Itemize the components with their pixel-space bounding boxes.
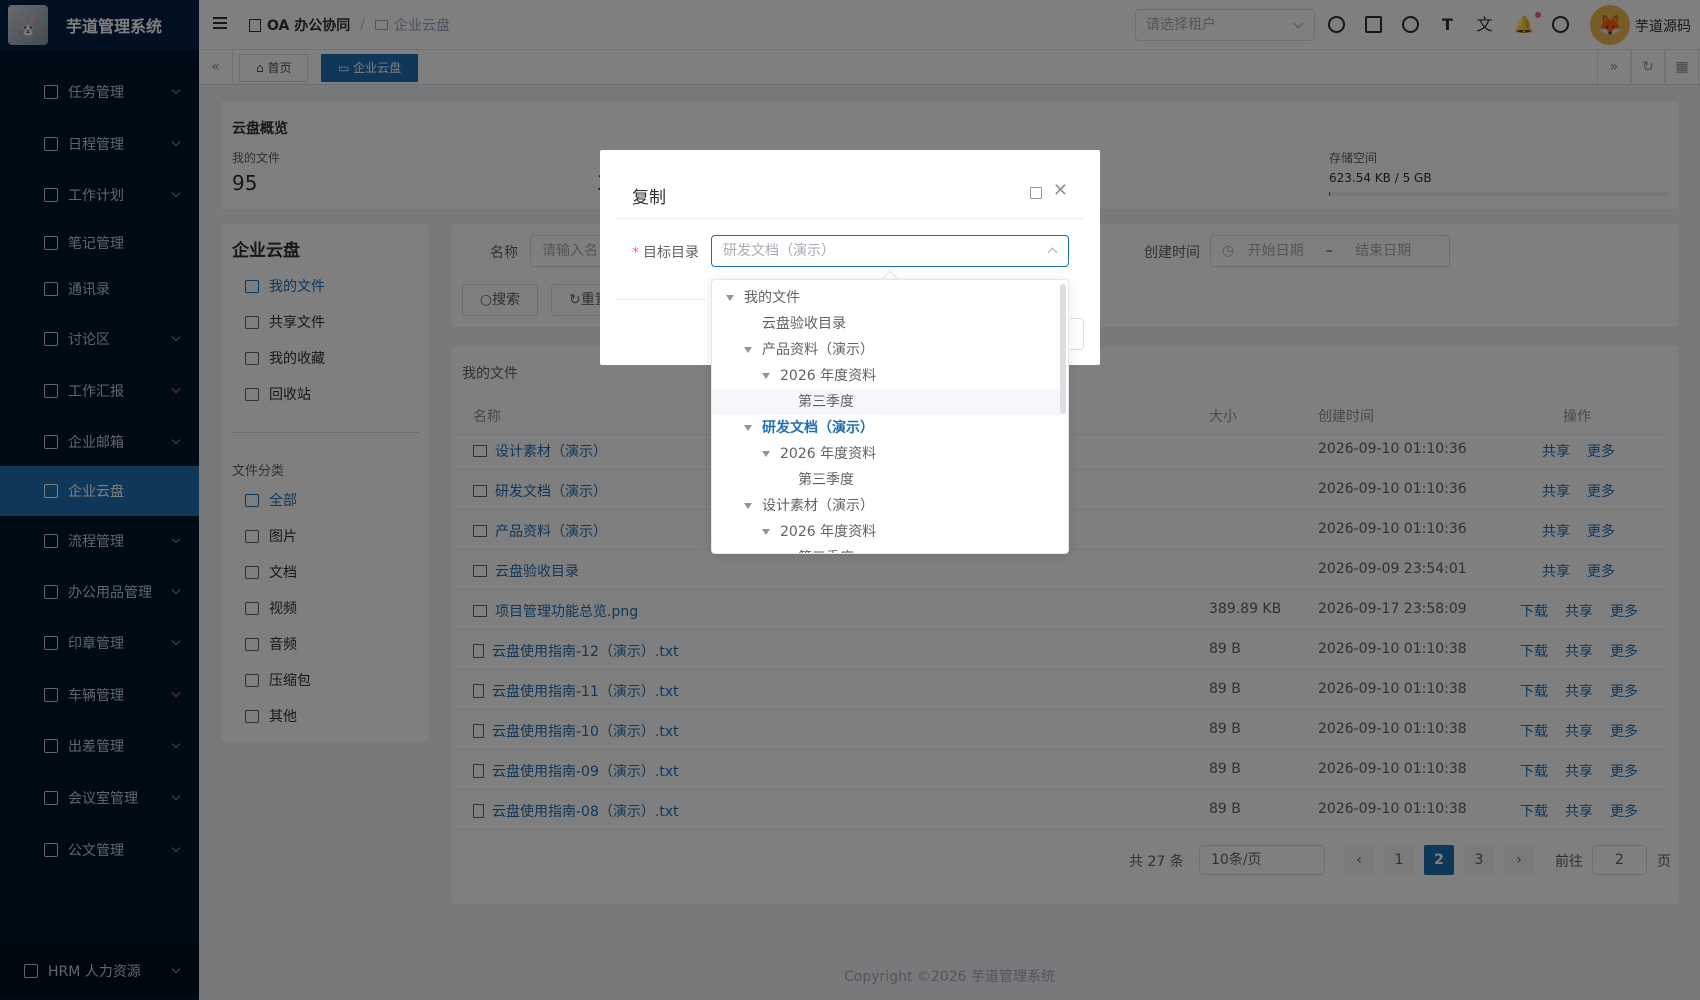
tree-node-label: 2026 年度资料 <box>780 524 877 540</box>
tree-node[interactable]: 2026 年度资料 <box>712 363 1060 389</box>
required-mark: * <box>632 245 639 261</box>
close-icon[interactable]: ✕ <box>1053 180 1068 201</box>
tree-node-label: 第三季度 <box>798 545 854 553</box>
tree-node-label: 我的文件 <box>744 290 800 306</box>
fullscreen-icon[interactable] <box>1030 187 1042 199</box>
caret-down-icon[interactable] <box>726 295 734 301</box>
dialog-title: 复制 <box>632 188 666 208</box>
tree-node[interactable]: 第三季度 <box>712 467 1060 493</box>
caret-down-icon[interactable] <box>762 529 770 535</box>
tree-node-label: 2026 年度资料 <box>780 368 877 384</box>
tree-node-label: 2026 年度资料 <box>780 446 877 462</box>
tree-node-label: 产品资料（演示） <box>762 342 874 358</box>
tree-node-label: 设计素材（演示） <box>762 498 874 514</box>
tree-select-dropdown: 我的文件 云盘验收目录 产品资料（演示） 2026 年度资料 第三季度 研发文档（演示） 2… <box>711 279 1069 554</box>
tree-node[interactable]: 设计素材（演示） <box>712 493 1060 519</box>
dialog-divider <box>616 218 1084 219</box>
target-dir-select[interactable]: 研发文档（演示） <box>711 235 1069 267</box>
tree-node[interactable]: 2026 年度资料 <box>712 441 1060 467</box>
tree-node-label: 第三季度 <box>798 472 854 488</box>
tree-node-label: 第三季度 <box>798 394 854 410</box>
tree-node[interactable]: 2026 年度资料 <box>712 519 1060 545</box>
dropdown-scrollbar[interactable] <box>1060 284 1066 414</box>
confirm-button[interactable] <box>1070 318 1084 350</box>
tree-node[interactable]: 云盘验收目录 <box>712 311 1060 337</box>
tree-node-label: 研发文档（演示） <box>762 420 874 436</box>
tree-node[interactable]: 我的文件 <box>712 285 1060 311</box>
tree-node[interactable]: 第三季度 <box>712 545 1060 553</box>
target-dir-label: * 目标目录 <box>632 242 699 262</box>
caret-down-icon[interactable] <box>762 451 770 457</box>
dialog-footer-divider <box>616 299 706 300</box>
caret-down-icon[interactable] <box>744 347 752 353</box>
tree-node[interactable]: 产品资料（演示） <box>712 337 1060 363</box>
caret-down-icon[interactable] <box>744 425 752 431</box>
tree-node-label: 云盘验收目录 <box>762 316 846 332</box>
caret-down-icon[interactable] <box>762 373 770 379</box>
caret-down-icon[interactable] <box>744 503 752 509</box>
tree-node[interactable]: 第三季度 <box>712 389 1060 415</box>
target-dir-label-text: 目标目录 <box>643 245 699 261</box>
tree-node[interactable]: 研发文档（演示） <box>712 415 1060 441</box>
